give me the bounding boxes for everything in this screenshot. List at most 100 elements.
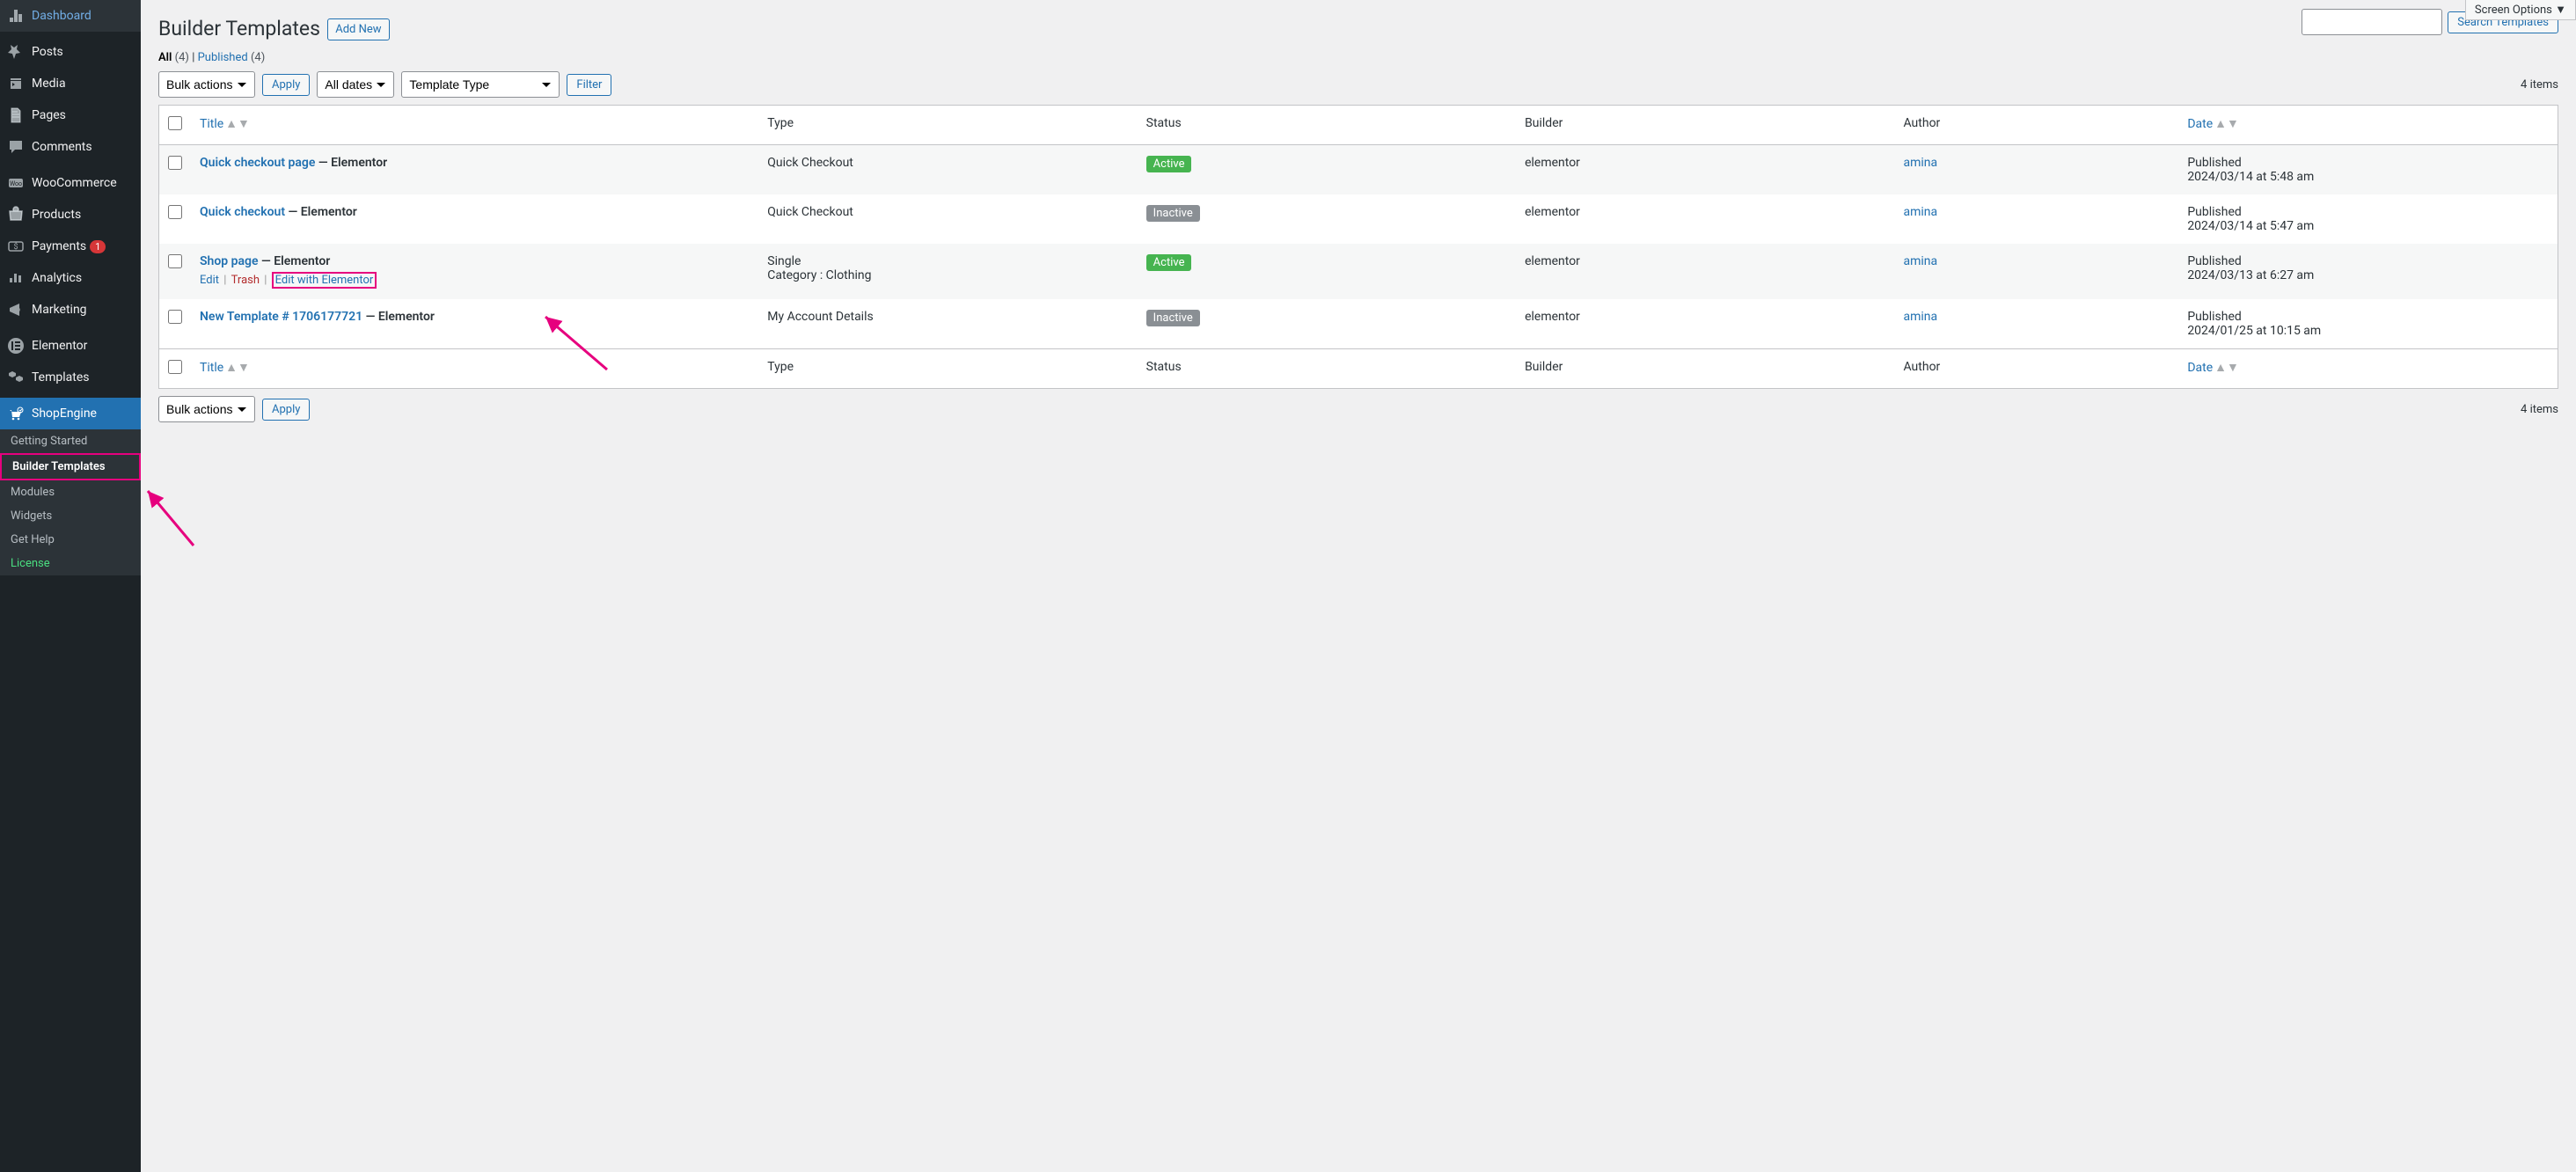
sidebar-item-posts[interactable]: Posts [0, 36, 141, 68]
sidebar-item-analytics[interactable]: Analytics [0, 262, 141, 294]
col-builder-footer: Builder [1516, 348, 1894, 388]
submenu-item-get-help[interactable]: Get Help [0, 528, 141, 552]
sidebar-item-label: Templates [32, 370, 90, 385]
filter-published-link[interactable]: Published [198, 51, 248, 64]
trash-link[interactable]: Trash [231, 274, 260, 287]
template-type: Single [767, 254, 1128, 268]
sidebar-item-media[interactable]: Media [0, 68, 141, 99]
row-checkbox[interactable] [168, 156, 182, 170]
author-link[interactable]: amina [1904, 205, 1938, 219]
screen-options-toggle[interactable]: Screen Options ▼ [2465, 0, 2576, 20]
template-type: Quick Checkout [767, 156, 1128, 170]
svg-text:$: $ [13, 242, 18, 252]
date-label: Published [2187, 156, 2549, 170]
date-value: 2024/01/25 at 10:15 am [2187, 324, 2549, 338]
tablenav-top: Bulk actions Apply All dates Template Ty… [158, 71, 2558, 98]
screen-options-label: Screen Options [2475, 4, 2552, 17]
bulk-actions-select[interactable]: Bulk actions [158, 71, 255, 98]
edit-link[interactable]: Edit [200, 274, 219, 287]
elementor-icon [7, 337, 25, 355]
svg-text:Woo: Woo [10, 180, 22, 187]
sidebar-item-label: Marketing [32, 303, 87, 317]
status-badge: Active [1146, 156, 1192, 172]
sidebar-item-pages[interactable]: Pages [0, 99, 141, 131]
submenu-item-widgets[interactable]: Widgets [0, 504, 141, 528]
admin-sidebar: Dashboard PostsMediaPagesComments Woo WooCo… [0, 0, 141, 1172]
template-type: Quick Checkout [767, 205, 1128, 219]
submenu-item-getting-started[interactable]: Getting Started [0, 429, 141, 453]
comments-icon [7, 138, 25, 156]
table-row: New Template # 1706177721 — Elementor My … [159, 299, 2558, 348]
products-icon [7, 206, 25, 223]
sidebar-item-label: WooCommerce [32, 176, 117, 190]
date-filter-select[interactable]: All dates [317, 71, 394, 98]
sidebar-item-label: Analytics [32, 271, 82, 285]
bulk-actions-select-bottom[interactable]: Bulk actions [158, 396, 255, 422]
table-row: Quick checkout — ElementorQuick Checkout… [159, 194, 2558, 244]
filter-all-link[interactable]: All [158, 51, 172, 64]
col-date-footer[interactable]: Date [2187, 361, 2213, 375]
template-title-link[interactable]: Quick checkout page [200, 156, 315, 170]
template-type-select[interactable]: Template Type [401, 71, 560, 98]
add-new-button[interactable]: Add New [327, 18, 389, 40]
sidebar-item-templates[interactable]: Templates [0, 362, 141, 393]
submenu-item-builder-templates[interactable]: Builder Templates [0, 453, 141, 480]
sidebar-item-marketing[interactable]: Marketing [0, 294, 141, 326]
apply-bulk-button[interactable]: Apply [262, 74, 310, 96]
author-link[interactable]: amina [1904, 310, 1938, 324]
builder-cell: elementor [1516, 299, 1894, 348]
filter-button[interactable]: Filter [567, 74, 611, 96]
template-title-link[interactable]: New Template # 1706177721 [200, 310, 362, 324]
date-label: Published [2187, 254, 2549, 268]
template-title-link[interactable]: Shop page [200, 254, 259, 268]
table-row: Shop page — Elementor Edit | Trash | Edit… [159, 244, 2558, 299]
author-link[interactable]: amina [1904, 156, 1938, 170]
col-date-header[interactable]: Date [2187, 117, 2213, 131]
sidebar-item-label: Dashboard [32, 9, 91, 23]
title-suffix: — Elementor [259, 254, 331, 268]
sidebar-item-label: ShopEngine [32, 407, 97, 421]
select-all-bottom[interactable] [168, 360, 182, 374]
col-title-footer[interactable]: Title [200, 361, 223, 375]
shopengine-icon [7, 405, 25, 422]
template-title-link[interactable]: Quick checkout [200, 205, 285, 219]
submenu-item-license[interactable]: License [0, 552, 141, 575]
select-all-top[interactable] [168, 116, 182, 130]
builder-cell: elementor [1516, 145, 1894, 194]
submenu-item-modules[interactable]: Modules [0, 480, 141, 504]
sidebar-item-woocommerce[interactable]: Woo WooCommerce [0, 167, 141, 199]
status-badge: Inactive [1146, 205, 1200, 222]
templates-table: Title▲▼ Type Status Builder Author Date▲… [158, 105, 2558, 389]
edit-with-elementor-link[interactable]: Edit with Elementor [275, 274, 374, 287]
date-value: 2024/03/14 at 5:48 am [2187, 170, 2549, 184]
title-suffix: — Elementor [362, 310, 435, 324]
col-title-header[interactable]: Title [200, 117, 223, 131]
row-actions: Edit | Trash | Edit with Elementor [200, 272, 750, 289]
page-title: Builder Templates [158, 9, 320, 44]
filter-all-count: (4) [175, 51, 189, 64]
sidebar-item-label: Products [32, 208, 81, 222]
badge-count: 1 [90, 240, 106, 253]
sidebar-item-dashboard[interactable]: Dashboard [0, 0, 141, 32]
separator: | [221, 274, 230, 287]
search-input[interactable] [2302, 9, 2442, 35]
template-type: My Account Details [767, 310, 1128, 324]
col-author-footer: Author [1895, 348, 2179, 388]
sidebar-item-comments[interactable]: Comments [0, 131, 141, 163]
templates-icon [7, 369, 25, 386]
filter-all-label: All [158, 51, 172, 64]
row-checkbox[interactable] [168, 310, 182, 324]
date-label: Published [2187, 205, 2549, 219]
apply-bulk-button-bottom[interactable]: Apply [262, 399, 310, 421]
template-type-sub: Category : Clothing [767, 268, 1128, 282]
row-checkbox[interactable] [168, 254, 182, 268]
row-checkbox[interactable] [168, 205, 182, 219]
author-link[interactable]: amina [1904, 254, 1938, 268]
sidebar-item-payments[interactable]: $Payments1 [0, 231, 141, 262]
shopengine-submenu: Getting StartedBuilder TemplatesModulesW… [0, 429, 141, 575]
sidebar-item-products[interactable]: Products [0, 199, 141, 231]
col-type-footer: Type [758, 348, 1137, 388]
sidebar-item-shopengine[interactable]: ShopEngine [0, 398, 141, 429]
sidebar-item-elementor[interactable]: Elementor [0, 330, 141, 362]
sort-icon: ▲▼ [2214, 117, 2239, 131]
